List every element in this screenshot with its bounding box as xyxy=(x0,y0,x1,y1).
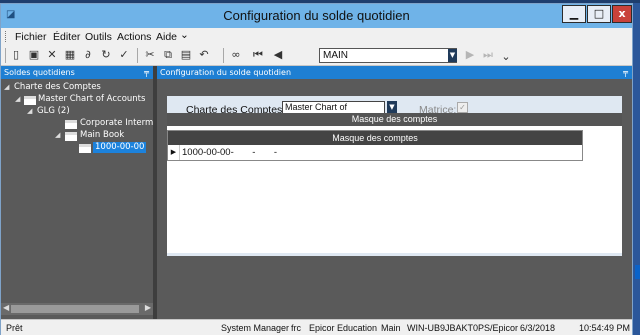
account-mask-subgrid: Masque des comptes ▶ 1000-00-00- - - xyxy=(167,130,583,161)
title-bar: ◪ Configuration du solde quotidien ▁ □ x xyxy=(1,4,632,28)
chevron-down-icon[interactable]: ▼ xyxy=(448,49,457,62)
tree-node-corporate[interactable]: Corporate Interm xyxy=(65,118,154,129)
tree-panel-title: Soldes quotidiens xyxy=(4,68,75,77)
account-mask-cell[interactable]: 1000-00-00- - - xyxy=(182,146,277,159)
toolbar-separator xyxy=(223,48,224,63)
last-icon[interactable]: ⏭ xyxy=(481,48,495,62)
config-panel-header: Configuration du solde quotidien ╤ xyxy=(157,66,632,79)
scroll-left-icon[interactable]: ◀ xyxy=(3,303,9,312)
clear-icon[interactable]: ✓ xyxy=(117,48,131,62)
status-lang: frc xyxy=(291,323,301,333)
company-combo[interactable]: MAIN xyxy=(319,48,457,63)
status-date: 6/3/2018 xyxy=(520,323,556,333)
close-button[interactable]: x xyxy=(612,5,632,23)
status-company: Epicor Education xyxy=(309,323,378,333)
status-time: 10:54:49 PM xyxy=(579,323,631,333)
account-mask-grid: Masque des comptes Masque des comptes ▶ … xyxy=(167,113,622,253)
scroll-right-icon[interactable]: ▶ xyxy=(145,303,151,312)
tree-node-label: Corporate Interm xyxy=(80,118,154,128)
status-bar: Prêt System Manager frc Epicor Education… xyxy=(1,319,632,335)
minimize-button[interactable]: ▁ xyxy=(562,5,586,23)
window-title: Configuration du solde quotidien xyxy=(223,8,410,23)
folder-icon xyxy=(65,132,77,141)
menu-actions[interactable]: Actions xyxy=(117,31,151,43)
tree-panel-header: Soldes quotidiens ╤ xyxy=(1,66,153,79)
config-panel: Configuration du solde quotidien ╤ Chart… xyxy=(157,66,632,319)
folder-icon xyxy=(24,96,36,105)
folder-icon xyxy=(65,120,77,129)
pin-icon[interactable]: ╤ xyxy=(623,66,628,79)
print-icon[interactable]: ▦ xyxy=(63,48,77,62)
cut-icon[interactable]: ✂ xyxy=(143,48,157,62)
undo-icon[interactable]: ↶ xyxy=(197,48,211,62)
toolbar-grip xyxy=(5,48,6,63)
toolbar-overflow-icon[interactable]: ⌄ xyxy=(499,50,513,64)
collapse-icon[interactable]: ◢ xyxy=(4,82,9,93)
tree-node-label: GLG (2) xyxy=(37,106,70,116)
status-ready: Prêt xyxy=(6,323,23,333)
table-row[interactable]: ▶ 1000-00-00- - - xyxy=(168,145,582,160)
status-server: WIN-UB9JBAKT0PS/Epicor xyxy=(407,323,519,333)
tree-node-label: Master Chart of Accounts xyxy=(38,94,146,104)
new-icon[interactable]: ▯ xyxy=(9,48,23,62)
tree-hscrollbar[interactable]: ◀ ▶ xyxy=(1,303,153,315)
tree-node-master[interactable]: ◢ Master Chart of Accounts xyxy=(15,94,151,105)
copy-icon[interactable]: ⧉ xyxy=(161,48,175,62)
grid-header-outer: Masque des comptes xyxy=(167,113,622,126)
tree-node-label: Charte des Comptes xyxy=(14,82,101,92)
save-icon[interactable]: ▣ xyxy=(27,48,41,62)
matrice-checkbox[interactable]: ✓ xyxy=(457,102,468,113)
menu-editer[interactable]: Éditer xyxy=(53,31,80,43)
collapse-icon[interactable]: ◢ xyxy=(15,94,20,105)
binoculars-icon[interactable]: ∞ xyxy=(229,48,243,62)
menu-bar: Fichier Éditer Outils Actions Aide ⌄ xyxy=(1,28,632,45)
desktop-edge-mark xyxy=(635,265,640,279)
menu-fichier[interactable]: Fichier xyxy=(15,31,47,43)
toolbar-separator xyxy=(137,48,138,63)
row-indicator-icon: ▶ xyxy=(168,145,180,160)
attach-icon[interactable]: ∂ xyxy=(81,48,95,62)
menu-grip xyxy=(5,31,8,42)
menu-outils[interactable]: Outils xyxy=(85,31,112,43)
first-icon[interactable]: ⏮ xyxy=(251,48,265,62)
status-plant: Main xyxy=(381,323,401,333)
maximize-button[interactable]: □ xyxy=(587,5,611,23)
menu-overflow-icon[interactable]: ⌄ xyxy=(180,29,189,41)
config-panel-title: Configuration du solde quotidien xyxy=(160,68,292,77)
refresh-icon[interactable]: ↻ xyxy=(99,48,113,62)
next-icon[interactable]: ▶ xyxy=(463,48,477,62)
app-window: ◪ Configuration du solde quotidien ▁ □ x… xyxy=(0,3,633,335)
delete-icon[interactable]: ✕ xyxy=(45,48,59,62)
folder-icon xyxy=(79,144,91,153)
prev-icon[interactable]: ◀ xyxy=(271,48,285,62)
tree-panel: Soldes quotidiens ╤ ◢ Charte des Comptes… xyxy=(1,66,153,319)
scroll-thumb[interactable] xyxy=(11,305,139,313)
status-user: System Manager xyxy=(221,323,290,333)
menu-aide[interactable]: Aide xyxy=(156,31,177,43)
tree-node-label: Main Book xyxy=(80,130,125,140)
toolbar: ▯ ▣ ✕ ▦ ∂ ↻ ✓ ✂ ⧉ ▤ ↶ ∞ ⏮ ◀ MAIN ▼ ▶ ⏭ ⌄ xyxy=(1,45,632,66)
collapse-icon[interactable]: ◢ xyxy=(55,130,60,141)
collapse-icon[interactable]: ◢ xyxy=(27,106,32,117)
desktop-edge xyxy=(633,3,640,335)
grid-header-inner[interactable]: Masque des comptes xyxy=(168,131,582,145)
tree-node-label-selected: 1000-00-00 xyxy=(93,142,147,153)
paste-icon[interactable]: ▤ xyxy=(179,48,193,62)
pin-icon[interactable]: ╤ xyxy=(144,66,149,79)
account-tree: ◢ Charte des Comptes ◢ Master Chart of A… xyxy=(1,80,153,300)
